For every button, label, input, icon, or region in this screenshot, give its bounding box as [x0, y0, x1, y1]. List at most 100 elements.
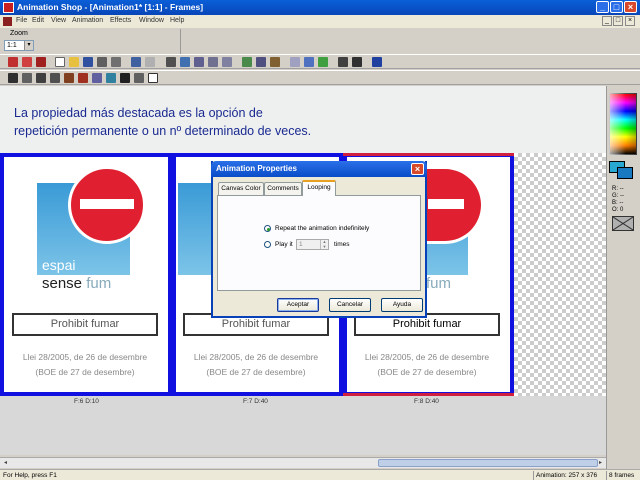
- menu-view[interactable]: View: [51, 17, 66, 24]
- text-tool-icon[interactable]: [120, 73, 130, 83]
- zoom-label: Zoom: [10, 30, 28, 37]
- paste-new-icon[interactable]: [208, 57, 218, 67]
- animation-wizard-icon[interactable]: [8, 57, 18, 67]
- preview-browser-icon[interactable]: [352, 57, 362, 67]
- mdi-restore-button[interactable]: □: [613, 16, 623, 26]
- logo-espai: espai: [42, 257, 76, 273]
- mdi-close-button[interactable]: ×: [625, 16, 635, 26]
- save-icon[interactable]: [83, 57, 93, 67]
- dialog-title: Animation Properties: [216, 164, 297, 173]
- menu-window[interactable]: Window: [139, 17, 164, 24]
- play-count-stepper[interactable]: 1 ▲ ▼: [296, 239, 329, 250]
- context-help-icon[interactable]: [372, 57, 382, 67]
- scroll-right-icon[interactable]: ▸: [596, 459, 605, 467]
- print-icon[interactable]: [111, 57, 121, 67]
- status-separator: [533, 471, 534, 480]
- copy-icon[interactable]: [180, 57, 190, 67]
- save-all-icon[interactable]: [97, 57, 107, 67]
- line-tool-icon[interactable]: [134, 73, 144, 83]
- image-effect-icon[interactable]: [318, 57, 328, 67]
- logo-sense-fum: sense fum: [42, 275, 111, 292]
- tab-looping[interactable]: Looping: [302, 180, 336, 196]
- ok-button[interactable]: Aceptar: [277, 298, 319, 312]
- new-file-icon[interactable]: [55, 57, 65, 67]
- eraser-tool-icon[interactable]: [92, 73, 102, 83]
- shape-tool-icon[interactable]: [148, 73, 158, 83]
- text-effect-icon[interactable]: [304, 57, 314, 67]
- repeat-indefinitely-label[interactable]: Repeat the animation indefinitely: [275, 225, 369, 232]
- paste-before-icon[interactable]: [222, 57, 232, 67]
- dialog-close-button[interactable]: ×: [411, 163, 424, 175]
- delete-frames-icon[interactable]: [256, 57, 266, 67]
- status-help-text: For Help, press F1: [3, 472, 57, 479]
- cross-icon: [612, 216, 634, 231]
- repeat-indefinitely-radio[interactable]: [264, 225, 271, 232]
- document-icon[interactable]: [3, 17, 12, 26]
- scroll-left-icon[interactable]: ◂: [1, 459, 10, 467]
- dropper-tool-icon[interactable]: [64, 73, 74, 83]
- headline-text: La propiedad más destacada es la opción …: [14, 104, 434, 140]
- menu-edit[interactable]: Edit: [32, 17, 44, 24]
- title-bar: Animation Shop - [Animation1* [1:1] - Fr…: [0, 0, 640, 15]
- cut-icon[interactable]: [166, 57, 176, 67]
- play-count-value: 1: [299, 241, 303, 248]
- banner-wizard-icon[interactable]: [22, 57, 32, 67]
- app-icon[interactable]: [3, 2, 14, 13]
- rgb-blue-readout: B: --: [612, 200, 624, 206]
- logo-sense-fum: fum: [426, 275, 451, 292]
- view-animation-icon[interactable]: [338, 57, 348, 67]
- menu-help[interactable]: Help: [170, 17, 184, 24]
- law-line-1: Llei 28/2005, de 26 de desembre: [22, 352, 148, 362]
- frame-label-8: F:8 D:40: [414, 398, 439, 405]
- cancel-button[interactable]: Cancelar: [329, 298, 371, 312]
- horizontal-scrollbar[interactable]: ◂ ▸: [0, 457, 606, 468]
- law-line-1: Llei 28/2005, de 26 de desembre: [193, 352, 319, 362]
- background-color-swatch[interactable]: [617, 167, 633, 179]
- frame-properties-icon[interactable]: [270, 57, 280, 67]
- transparent-frame-area: [514, 153, 606, 396]
- cigarette-bar: [80, 199, 134, 209]
- status-bar: For Help, press F1 Animation: 257 x 376 …: [0, 469, 640, 480]
- menu-effects[interactable]: Effects: [110, 17, 131, 24]
- transparency-swatch[interactable]: [612, 216, 634, 231]
- redo-icon[interactable]: [145, 57, 155, 67]
- flood-fill-tool-icon[interactable]: [106, 73, 116, 83]
- optimization-wizard-icon[interactable]: [36, 57, 46, 67]
- play-count-radio[interactable]: [264, 241, 271, 248]
- help-button[interactable]: Ayuda: [381, 298, 423, 312]
- scroll-thumb[interactable]: [378, 459, 598, 467]
- paste-icon[interactable]: [194, 57, 204, 67]
- prohibit-sign: Prohibit fumar: [12, 313, 158, 336]
- stepper-arrows[interactable]: ▲ ▼: [320, 239, 328, 250]
- mdi-minimize-button[interactable]: _: [602, 16, 612, 26]
- times-label: times: [334, 241, 350, 248]
- arrow-tool-icon[interactable]: [8, 73, 18, 83]
- zoom-value: 1:1: [7, 42, 17, 49]
- crop-tool-icon[interactable]: [50, 73, 60, 83]
- status-frame-count: 8 frames: [609, 472, 635, 479]
- insert-frames-icon[interactable]: [242, 57, 252, 67]
- law-line-1: Llei 28/2005, de 26 de desembre: [364, 352, 490, 362]
- play-count-label[interactable]: Play it: [275, 241, 293, 248]
- logo-fum: fum: [426, 275, 452, 292]
- close-button[interactable]: ×: [624, 1, 637, 13]
- headline-line-2: repetición permanente o un nº determinad…: [14, 124, 312, 138]
- minimize-button[interactable]: _: [596, 1, 609, 13]
- open-folder-icon[interactable]: [69, 57, 79, 67]
- mover-tool-icon[interactable]: [36, 73, 46, 83]
- zoom-select[interactable]: 1:1 ▾: [4, 40, 34, 51]
- menu-file[interactable]: File: [16, 17, 27, 24]
- tab-comments[interactable]: Comments: [264, 182, 302, 195]
- stepper-down-icon[interactable]: ▼: [321, 244, 328, 250]
- menu-animation[interactable]: Animation: [72, 17, 103, 24]
- chevron-down-icon[interactable]: ▾: [24, 41, 33, 50]
- zoom-tool-icon[interactable]: [22, 73, 32, 83]
- maximize-button[interactable]: □: [610, 1, 623, 13]
- image-transition-icon[interactable]: [290, 57, 300, 67]
- opacity-readout: O: 0: [612, 207, 624, 213]
- logo-square: [178, 183, 212, 275]
- paintbrush-tool-icon[interactable]: [78, 73, 88, 83]
- headline-line-1: La propiedad más destacada es la opción …: [14, 106, 263, 120]
- undo-icon[interactable]: [131, 57, 141, 67]
- tab-canvas-color[interactable]: Canvas Color: [218, 182, 264, 195]
